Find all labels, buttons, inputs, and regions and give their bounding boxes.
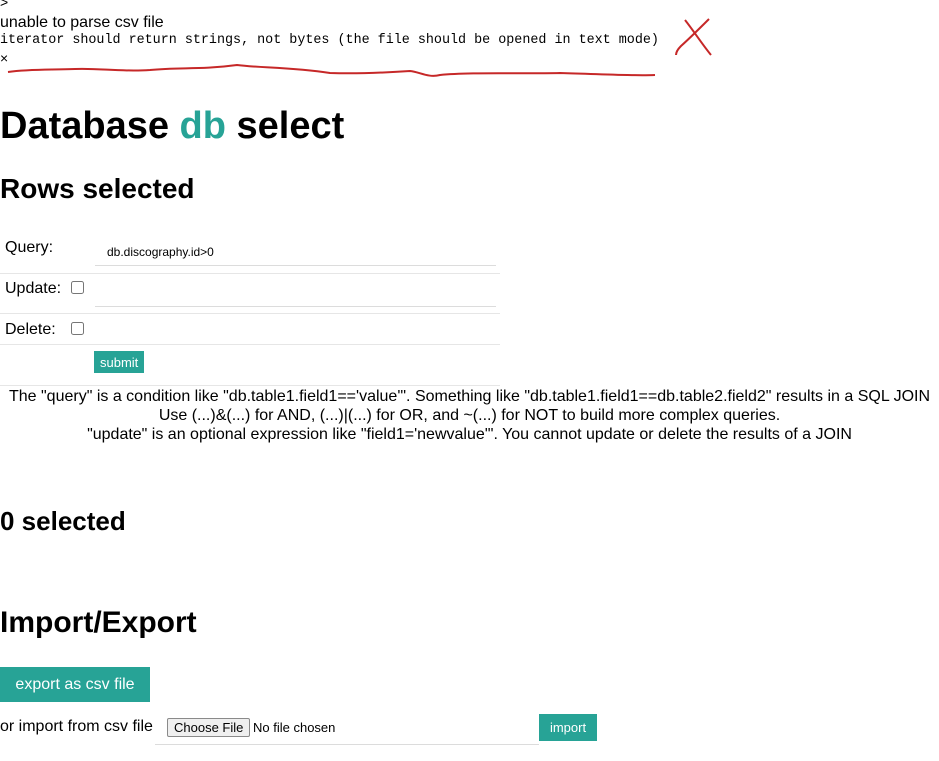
help-line-1: The "query" is a condition like "db.tabl… bbox=[8, 388, 931, 405]
query-input[interactable] bbox=[95, 238, 496, 266]
delete-label: Delete: bbox=[5, 321, 56, 338]
update-input[interactable] bbox=[95, 279, 496, 307]
export-csv-button[interactable]: export as csv file bbox=[0, 667, 150, 702]
query-help: The "query" is a condition like "db.tabl… bbox=[0, 387, 939, 444]
red-x-icon bbox=[675, 18, 712, 56]
import-export-heading: Import/Export bbox=[0, 606, 197, 639]
import-button[interactable]: import bbox=[539, 714, 597, 741]
submit-row bbox=[0, 344, 500, 386]
annotation-overlay bbox=[7, 18, 712, 77]
page-title-prefix: Database bbox=[0, 105, 180, 147]
query-label: Query: bbox=[5, 239, 54, 256]
page-title: Database db select bbox=[0, 103, 344, 149]
page-title-db: db bbox=[179, 105, 226, 147]
page-title-suffix: select bbox=[225, 105, 345, 147]
import-label: or import from csv file bbox=[0, 718, 153, 735]
rows-selected-heading: Rows selected bbox=[0, 173, 195, 204]
delete-checkbox[interactable] bbox=[71, 322, 84, 335]
red-underline-mark bbox=[7, 63, 656, 77]
submit-button[interactable]: submit bbox=[94, 351, 145, 373]
help-line-2: Use (...)&(...) for AND, (...)|(...) for… bbox=[158, 407, 781, 424]
update-checkbox[interactable] bbox=[71, 281, 84, 294]
help-line-3: "update" is an optional expression like … bbox=[87, 426, 852, 443]
update-label: Update: bbox=[5, 280, 62, 297]
no-file-text: No file chosen bbox=[253, 720, 336, 735]
choose-file-button[interactable]: Choose File bbox=[167, 718, 251, 737]
selected-count-heading: 0 selected bbox=[0, 506, 126, 536]
